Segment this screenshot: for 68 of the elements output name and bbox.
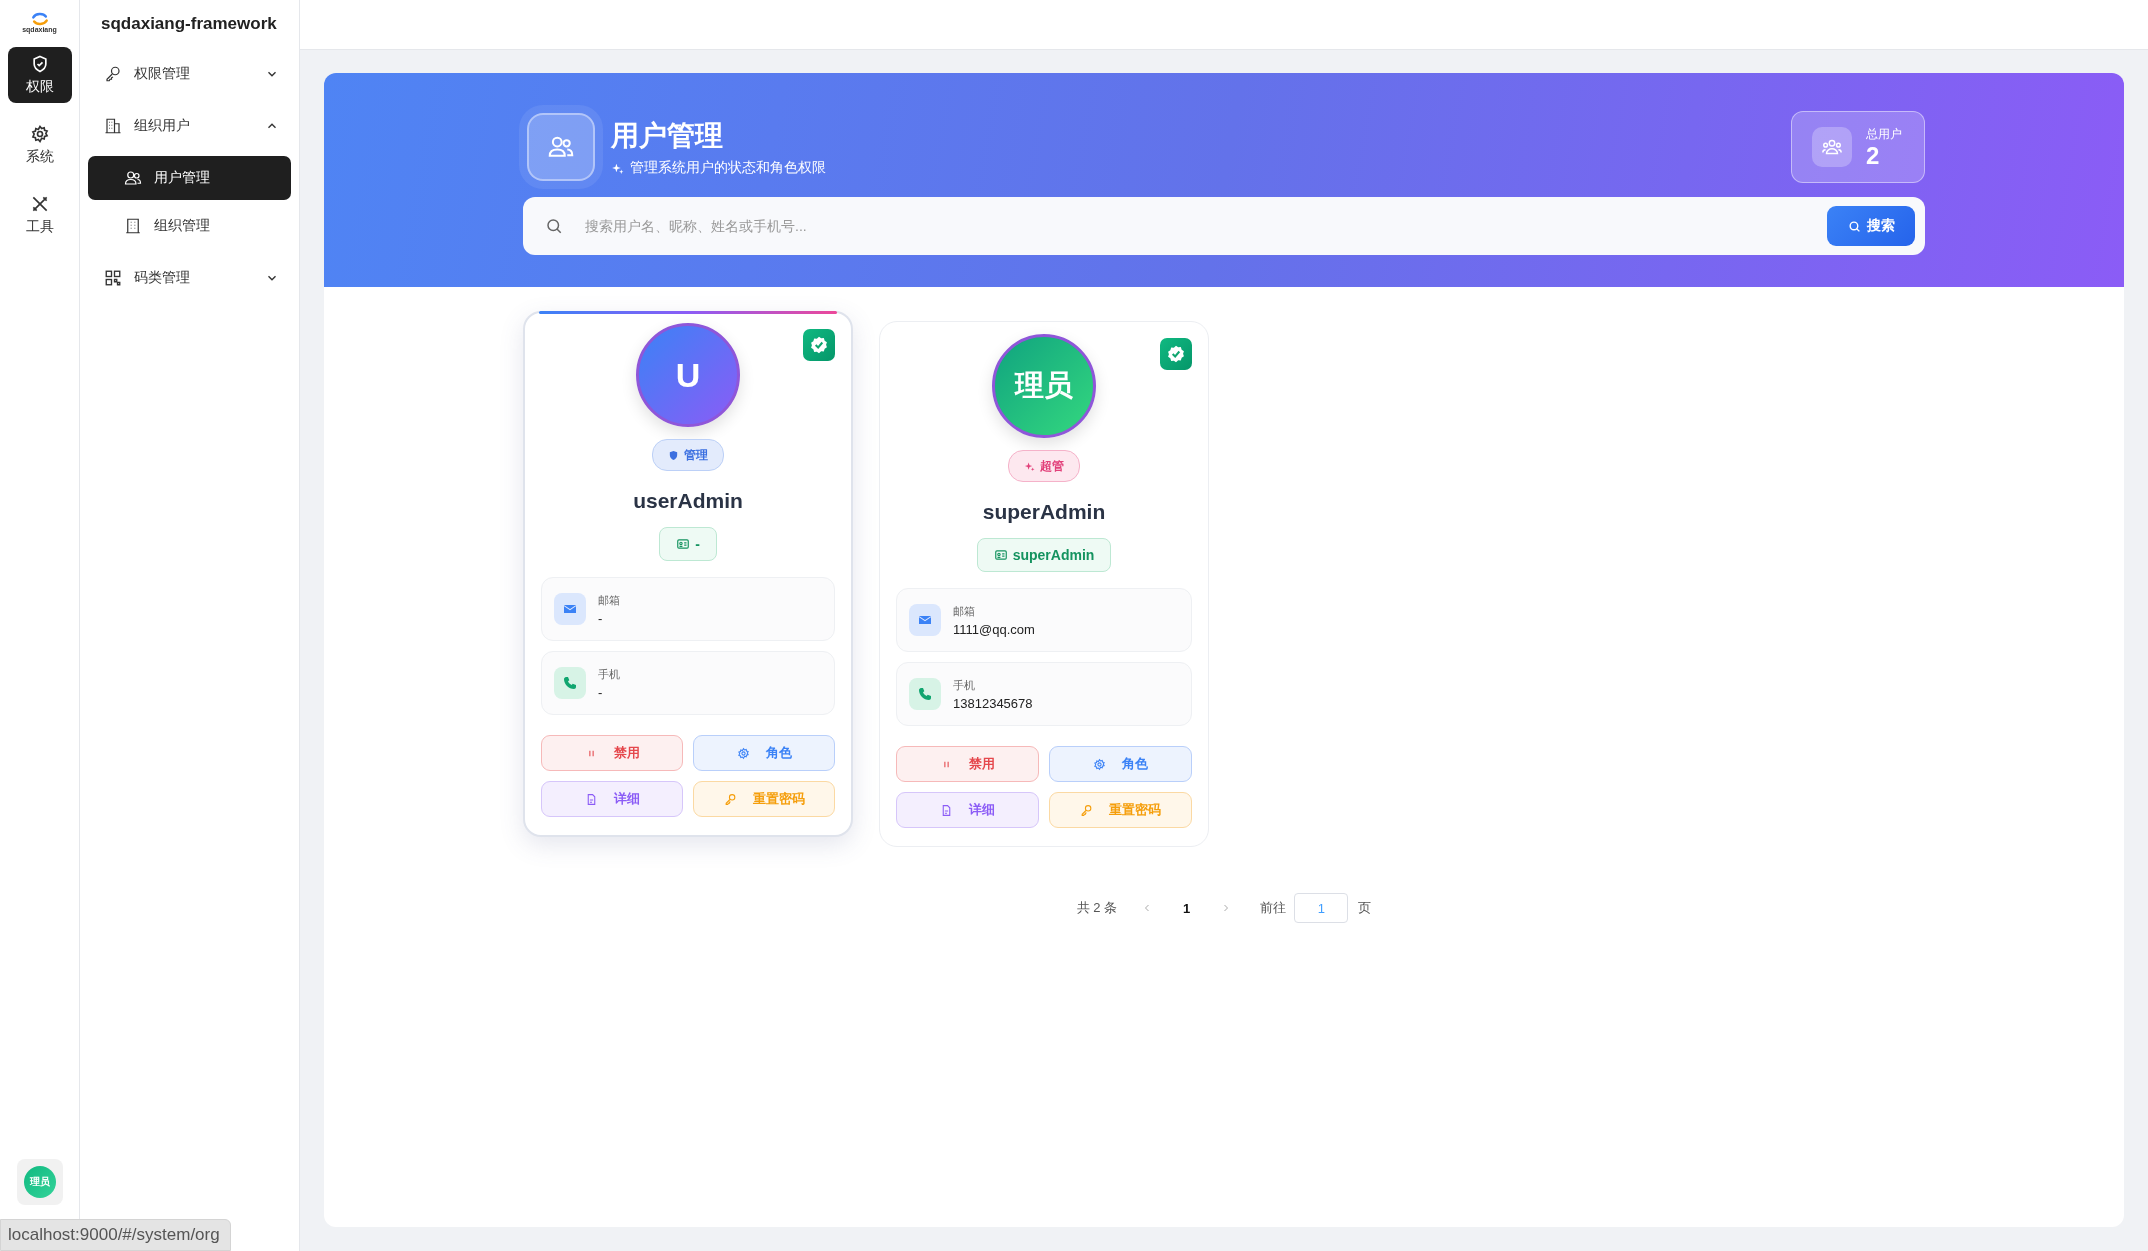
disable-button[interactable]: 禁用	[896, 746, 1039, 782]
key-icon	[723, 792, 737, 806]
gear-icon	[1093, 757, 1106, 771]
key-icon	[104, 65, 122, 83]
account-tag: -	[659, 527, 717, 561]
menu-item[interactable]: 权限管理	[88, 48, 291, 100]
page-subtitle: 管理系统用户的状态和角色权限	[630, 159, 826, 177]
rail-item[interactable]: 工具	[7, 187, 72, 243]
id-card-icon	[993, 548, 1008, 562]
status-url: localhost:9000/#/system/org	[0, 1219, 231, 1251]
rail-item[interactable]: 权限	[7, 47, 72, 103]
key-icon	[1080, 803, 1093, 817]
shield-icon	[668, 449, 679, 461]
role-button[interactable]: 角色	[1049, 746, 1192, 782]
info-value: 13812345678	[953, 695, 1033, 711]
role-badge: 超管	[1008, 450, 1080, 482]
role-button[interactable]: 角色	[693, 735, 835, 771]
stat-label: 总用户	[1866, 125, 1902, 143]
users-icon	[124, 169, 142, 187]
mail-icon	[909, 604, 941, 636]
group-icon	[1812, 127, 1852, 167]
info-value: -	[598, 684, 604, 700]
search-icon	[545, 217, 563, 235]
info-label: 邮箱	[598, 592, 620, 608]
building-icon	[124, 217, 142, 235]
menu-item[interactable]: 码类管理	[88, 252, 291, 304]
app-title: sqdaxiang-framework	[100, 13, 278, 35]
user-name: userAdmin	[633, 489, 743, 513]
account-tag: superAdmin	[976, 538, 1112, 572]
user-avatar: U	[636, 323, 740, 427]
logo-icon	[29, 12, 50, 26]
disable-button[interactable]: 禁用	[541, 735, 683, 771]
gear-icon	[736, 746, 750, 760]
total-count: 共 2 条	[1076, 899, 1118, 917]
search-field[interactable]: 搜索用户名、昵称、姓名或手机号... 搜索	[523, 197, 1925, 255]
info-value: -	[598, 610, 604, 626]
page-number[interactable]: 1	[1183, 900, 1191, 916]
building-icon	[104, 117, 122, 135]
settings-icon	[29, 124, 50, 144]
sparkle-icon	[1024, 460, 1035, 472]
page-title: 用户管理	[611, 119, 724, 153]
detail-button[interactable]: 详细	[896, 792, 1039, 828]
users-icon	[527, 113, 595, 181]
rail-item[interactable]: 系统	[7, 117, 72, 173]
mail-icon	[554, 593, 586, 625]
stat-value: 2	[1866, 142, 1881, 169]
phone-icon	[554, 667, 586, 699]
menu-item[interactable]: 组织用户	[88, 100, 291, 152]
info-label: 手机	[598, 666, 620, 682]
search-icon	[1847, 219, 1861, 233]
search-button[interactable]: 搜索	[1827, 206, 1915, 246]
info-label: 邮箱	[953, 603, 976, 619]
submenu-item[interactable]: 用户管理	[88, 156, 291, 200]
info-label: 手机	[953, 677, 976, 693]
submenu-item[interactable]: 组织管理	[88, 204, 291, 248]
document-icon	[940, 803, 953, 817]
user-name: superAdmin	[982, 500, 1106, 524]
role-badge: 管理	[652, 439, 724, 471]
sparkle-icon	[611, 161, 624, 175]
id-card-icon	[676, 537, 691, 551]
goto-label: 前往	[1260, 899, 1287, 917]
grid-icon	[104, 269, 122, 287]
page-suffix: 页	[1358, 899, 1372, 917]
info-value: 1111@qq.com	[953, 621, 1035, 637]
detail-button[interactable]: 详细	[541, 781, 683, 817]
phone-icon	[909, 678, 941, 710]
page-input[interactable]: 1	[1294, 893, 1349, 923]
user-avatar: 理员	[992, 334, 1096, 438]
